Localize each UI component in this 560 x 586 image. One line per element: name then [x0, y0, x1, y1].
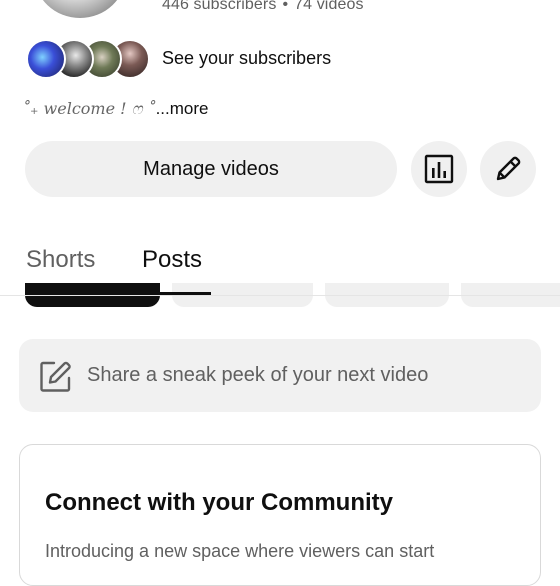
description-more-link[interactable]: ...more — [156, 99, 209, 118]
composer-placeholder: Share a sneak peek of your next video — [87, 364, 429, 386]
analytics-icon — [424, 154, 454, 184]
edit-channel-button[interactable] — [480, 141, 536, 197]
video-count: 74 videos — [294, 0, 364, 13]
see-subscribers-link[interactable]: See your subscribers — [162, 48, 331, 69]
subscriber-avatar — [26, 39, 66, 79]
channel-description[interactable]: ˚₊ welcome ! ෆ ˚...more — [22, 99, 208, 119]
community-intro-card: Connect with your Community Introducing … — [19, 444, 541, 586]
tab-divider — [0, 295, 560, 296]
community-card-title: Connect with your Community — [45, 489, 393, 516]
description-text: ˚₊ welcome ! ෆ ˚ — [22, 99, 156, 118]
community-card-body: Introducing a new space where viewers ca… — [45, 541, 435, 561]
subscriber-count: 446 subscribers — [162, 0, 277, 13]
manage-videos-button[interactable]: Manage videos — [25, 141, 397, 197]
create-post-composer[interactable]: Share a sneak peek of your next video — [19, 339, 541, 412]
tab-shorts[interactable]: Shorts — [26, 246, 95, 274]
tab-posts[interactable]: Posts — [142, 246, 202, 274]
subscriber-avatars[interactable] — [26, 39, 150, 79]
stats-separator: • — [282, 0, 289, 13]
edit-square-icon — [40, 361, 71, 392]
channel-stats: 446 subscribers • 74 videos — [162, 0, 364, 14]
active-tab-indicator — [137, 292, 211, 295]
pencil-icon — [496, 156, 521, 181]
analytics-button[interactable] — [411, 141, 467, 197]
channel-avatar[interactable] — [34, 0, 126, 18]
